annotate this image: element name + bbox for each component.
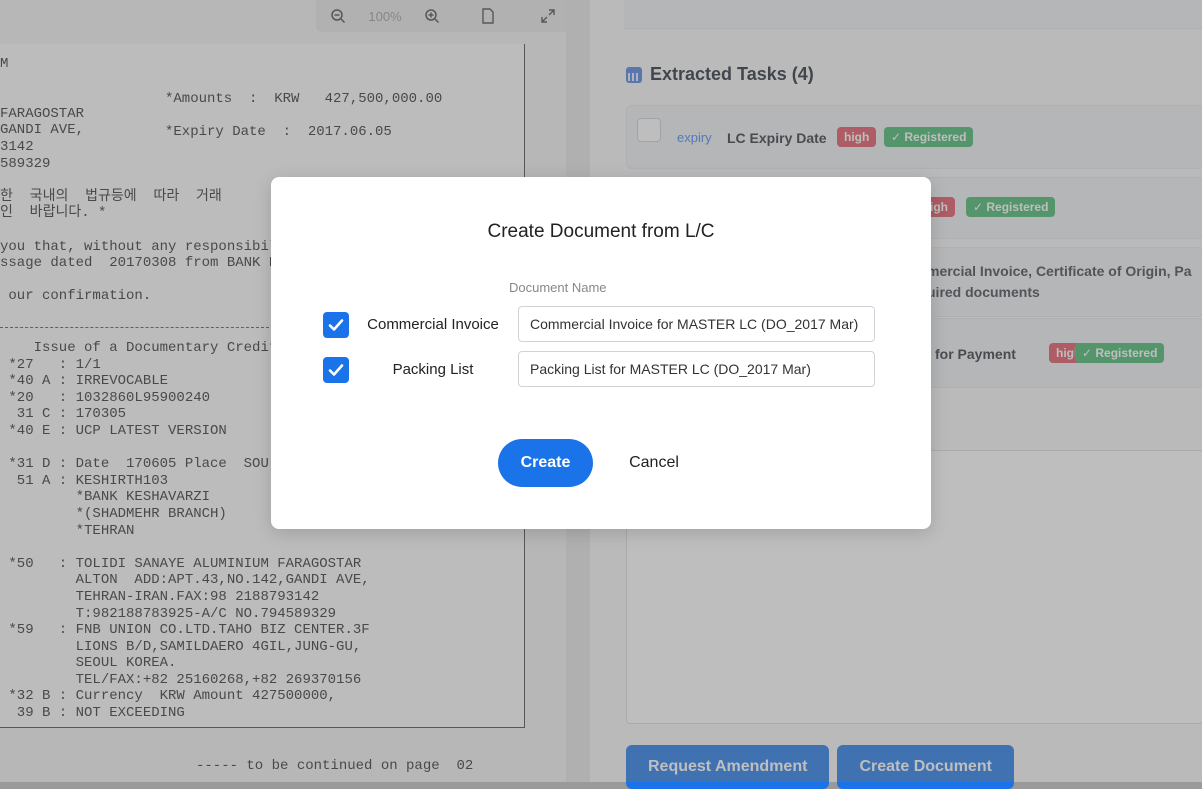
document-row: Commercial Invoice bbox=[271, 306, 931, 344]
dialog-title: Create Document from L/C bbox=[487, 221, 715, 242]
packing-list-checkbox[interactable] bbox=[323, 357, 349, 383]
document-row: Packing List bbox=[271, 351, 931, 389]
cancel-button[interactable]: Cancel bbox=[621, 439, 687, 487]
checkmark-icon bbox=[328, 364, 344, 376]
document-name-input[interactable] bbox=[518, 306, 875, 342]
document-label: Commercial Invoice bbox=[367, 316, 499, 333]
commercial-invoice-checkbox[interactable] bbox=[323, 312, 349, 338]
checkmark-icon bbox=[328, 319, 344, 331]
document-name-input[interactable] bbox=[518, 351, 875, 387]
document-name-column-label: Document Name bbox=[509, 280, 607, 295]
document-label: Packing List bbox=[392, 361, 474, 378]
create-document-dialog: Create Document from L/C Document Name C… bbox=[271, 177, 931, 529]
create-button[interactable]: Create bbox=[498, 439, 593, 487]
